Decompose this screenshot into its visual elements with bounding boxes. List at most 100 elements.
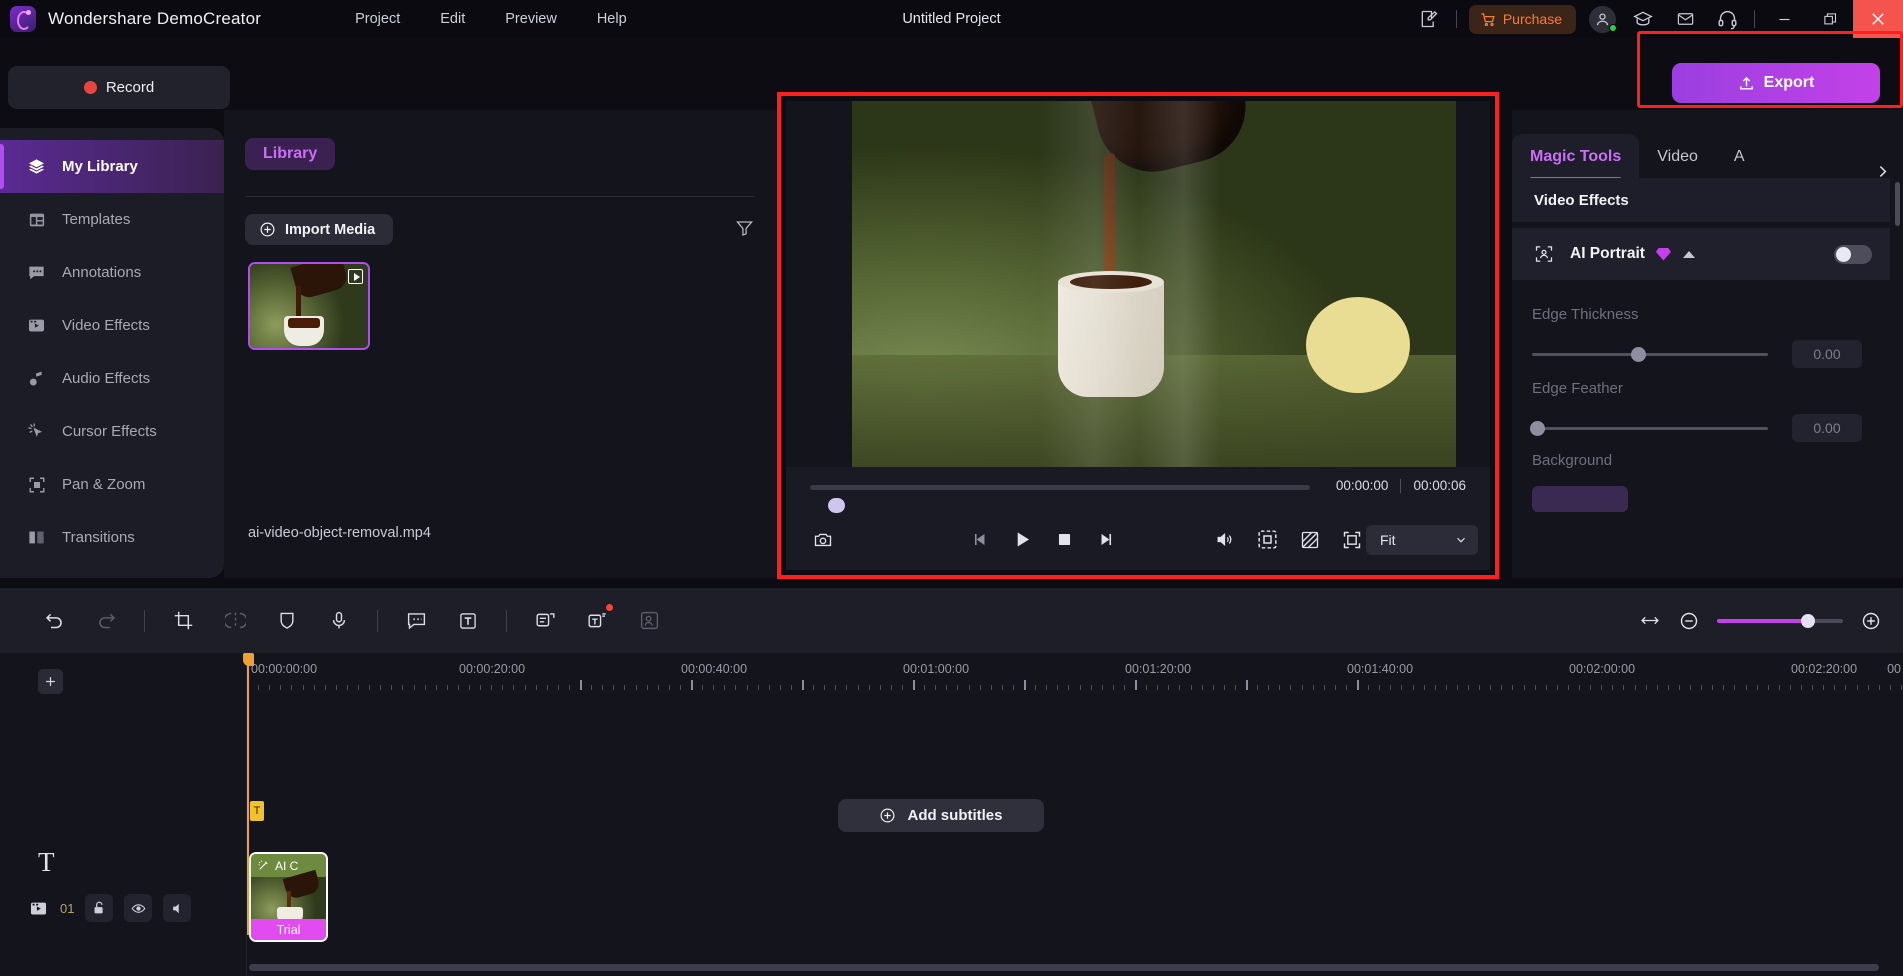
mute-icon[interactable] [163,894,192,922]
ruler-label: 00:00:40:00 [681,662,748,676]
redo-icon[interactable] [80,588,132,653]
sidebar-item-cursor-effects[interactable]: Cursor Effects [0,405,224,458]
ai-portrait-toggle[interactable] [1834,244,1872,264]
volume-icon[interactable] [1214,530,1235,549]
left-sidebar: My Library Templates Annotations Video E… [0,128,224,578]
audio-effects-icon [26,368,47,389]
menu-item-preview[interactable]: Preview [485,5,577,33]
ruler-tick-minor [1101,685,1103,690]
ruler-tick-minor [1268,685,1270,690]
ruler-tick-minor [657,685,659,690]
sidebar-item-audio-effects[interactable]: Audio Effects [0,352,224,405]
caption-icon[interactable] [390,588,442,653]
tab-magic-tools[interactable]: Magic Tools [1512,134,1640,180]
ruler-tick-minor [1567,685,1569,690]
text-to-speech-icon[interactable] [571,588,623,653]
sidebar-item-my-library[interactable]: My Library [0,140,224,193]
feedback-icon[interactable] [1408,0,1450,38]
ruler-tick-minor [557,685,559,690]
tab-video[interactable]: Video [1639,134,1716,180]
text-icon[interactable] [442,588,494,653]
video-frame[interactable] [852,101,1456,467]
record-button[interactable]: Record [8,66,230,109]
zoom-out-icon[interactable] [1679,611,1699,631]
ai-portrait-row[interactable]: AI Portrait [1512,228,1890,280]
split-icon[interactable] [209,588,261,653]
edge-feather-value[interactable]: 0.00 [1792,414,1862,442]
crop-icon[interactable] [157,588,209,653]
preview-scale-select[interactable]: Fit [1366,524,1478,555]
sidebar-item-templates[interactable]: Templates [0,193,224,246]
sidebar-item-transitions[interactable]: Transitions [0,511,224,564]
prev-frame-icon[interactable] [971,530,990,549]
timeline-clip[interactable]: AI C Trial [249,852,328,942]
zoom-slider[interactable] [1717,613,1843,628]
ruler-tick-minor [1301,685,1303,690]
fullscreen-icon[interactable] [1342,530,1362,550]
text-track-marker[interactable]: T [250,801,264,821]
account-button[interactable] [1582,0,1622,38]
lock-icon[interactable] [85,894,114,922]
add-track-icon[interactable] [38,669,63,694]
property-background: Background [1532,452,1872,469]
next-frame-icon[interactable] [1096,530,1115,549]
edge-thickness-value[interactable]: 0.00 [1792,340,1862,368]
export-button[interactable]: Export [1672,63,1880,103]
add-subtitles-button[interactable]: Add subtitles [838,799,1044,832]
slider-knob[interactable] [1631,346,1646,362]
split-screen-icon[interactable] [1300,530,1320,550]
ruler-tick-minor [968,685,970,690]
purchase-label: Purchase [1502,11,1562,27]
voice-record-icon[interactable] [313,588,365,653]
menu-item-help[interactable]: Help [577,5,647,33]
ruler-tick-minor [1234,685,1236,690]
menu-item-edit[interactable]: Edit [420,5,485,33]
ruler-tick-minor [713,685,715,690]
filter-icon[interactable] [735,218,754,237]
purchase-button[interactable]: Purchase [1468,4,1576,34]
background-swatch[interactable] [1532,486,1628,512]
crop-preview-icon[interactable] [1257,529,1278,550]
fit-timeline-icon[interactable] [1639,611,1661,630]
sidebar-item-video-effects[interactable]: Video Effects [0,299,224,352]
eye-icon[interactable] [124,894,153,922]
media-thumbnail[interactable] [248,262,370,350]
ruler-tick-minor [1601,685,1603,690]
play-icon[interactable] [1012,529,1033,550]
ruler-tick-minor [513,685,515,690]
mask-icon[interactable] [261,588,313,653]
zoom-in-icon[interactable] [1861,611,1881,631]
stop-icon[interactable] [1055,530,1074,549]
chevron-up-icon[interactable] [1682,250,1695,258]
ruler-tick-minor [813,685,815,690]
ruler-tick-minor [1046,685,1048,690]
timeline-horizontal-scrollbar[interactable] [249,964,1879,971]
ruler-tick-minor [835,685,837,690]
library-tab[interactable]: Library [245,138,336,170]
ruler-tick-major [913,680,915,690]
ruler-label: 00:02:00:00 [1569,662,1636,676]
sidebar-item-pan-zoom[interactable]: Pan & Zoom [0,458,224,511]
ruler-tick-minor [890,685,892,690]
import-media-button[interactable]: Import Media [245,214,394,245]
seek-bar[interactable] [810,485,1310,513]
export-label: Export [1763,74,1815,91]
zoom-slider-knob[interactable] [1801,613,1815,628]
edge-thickness-slider[interactable] [1532,346,1768,362]
annotations-icon [26,262,47,283]
ruler-label: 00:02:20:00 [1791,662,1858,676]
edge-feather-slider[interactable] [1530,420,1768,436]
snapshot-icon[interactable] [812,530,834,550]
auto-subtitle-icon[interactable] [519,588,571,653]
ai-avatar-icon[interactable] [623,588,675,653]
slider-knob[interactable] [1530,420,1545,436]
menu-item-project[interactable]: Project [335,5,420,33]
timeline-ruler[interactable]: 00:00:00:00 00:00:20:00 00:00:40:00 00:0… [247,653,1903,691]
sidebar-item-annotations[interactable]: Annotations [0,246,224,299]
undo-icon[interactable] [28,588,80,653]
ruler-tick-major [1135,680,1137,690]
tab-audio[interactable]: A [1716,134,1763,180]
sidebar-label: Cursor Effects [62,423,157,440]
media-filename: ai-video-object-removal.mp4 [248,525,431,541]
properties-scrollbar[interactable] [1895,182,1900,226]
